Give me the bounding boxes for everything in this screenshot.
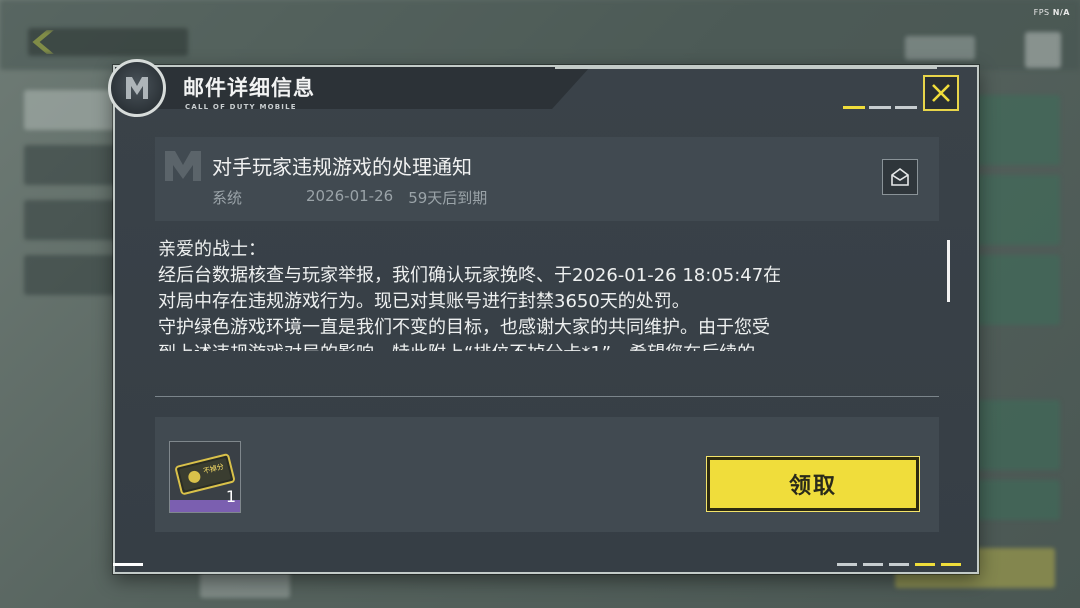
reward-area: 不掉分 1 领取 (155, 417, 939, 532)
mail-body-line: 到上述违规游戏对局的影响，特此附上“排位不掉分卡*1”，希望您在后续的 (158, 341, 930, 351)
dialog-subtitle: CALL OF DUTY MOBILE (185, 103, 297, 111)
page-indicator (869, 106, 891, 109)
codm-mail-icon (163, 149, 203, 187)
opened-mail-icon (882, 159, 918, 195)
mail-body-line: 对局中存在违规游戏行为。现已对其账号进行封禁3650天的处罚。 (158, 291, 690, 312)
mail-header: 对手玩家违规游戏的处理通知 系统 2026-01-26 59天后到期 (155, 137, 939, 221)
mail-detail-dialog: 邮件详细信息 CALL OF DUTY MOBILE 对手玩家违规游戏的处理通知… (108, 59, 979, 574)
corner-accent (113, 563, 143, 566)
fps-counter: FPS N/A (1034, 8, 1070, 17)
mail-body-line: 亲爱的战士： (158, 239, 266, 260)
mail-date: 2026-01-26 (306, 187, 394, 205)
bottom-dash (837, 563, 857, 566)
claim-button[interactable]: 领取 (706, 456, 920, 512)
bg-mail-thumb (975, 95, 1060, 165)
bg-close-button (1025, 32, 1061, 68)
fps-label: FPS (1033, 8, 1050, 17)
scrollbar[interactable] (947, 240, 950, 302)
mail-body[interactable]: 亲爱的战士： 经后台数据核查与玩家举报，我们确认玩家挽咚、于2026-01-26… (158, 237, 930, 351)
reward-quantity: 1 (225, 487, 236, 506)
bg-mail-thumb (975, 400, 1060, 470)
mail-body-line: 守护绿色游戏环境一直是我们不变的目标，也感谢大家的共同维护。由于您受 (158, 317, 770, 338)
codm-logo-icon (108, 59, 166, 117)
close-button[interactable] (923, 75, 959, 111)
reward-item[interactable]: 不掉分 1 (169, 441, 241, 513)
mail-body-line: 经后台数据核查与玩家举报，我们确认玩家挽咚、于2026-01-26 18:05:… (158, 265, 782, 286)
close-icon (932, 84, 950, 102)
bottom-dash (941, 563, 961, 566)
bg-back-button (28, 28, 188, 56)
dialog-title: 邮件详细信息 (183, 76, 315, 100)
mail-title: 对手玩家违规游戏的处理通知 (212, 155, 472, 179)
bottom-dash (889, 563, 909, 566)
mail-expiry: 59天后到期 (408, 189, 488, 207)
page-indicator (843, 106, 865, 109)
bottom-dash (863, 563, 883, 566)
bottom-dash (915, 563, 935, 566)
mail-meta: 系统 2026-01-26 59天后到期 (212, 187, 487, 208)
fps-value: N/A (1052, 8, 1070, 17)
mail-sender: 系统 (212, 189, 243, 207)
header-line (555, 67, 937, 69)
bg-mail-thumb (975, 480, 1060, 520)
divider (155, 396, 939, 397)
page-indicator (895, 106, 917, 109)
bg-mail-thumb (975, 175, 1060, 245)
bg-top-button (905, 36, 975, 60)
bg-mail-thumb (975, 255, 1060, 325)
